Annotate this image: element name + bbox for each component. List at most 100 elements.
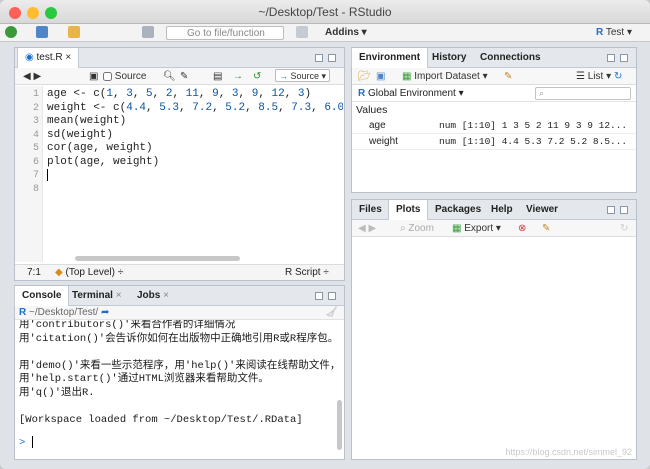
line-number: 5: [32, 143, 39, 154]
maximize-plots-icon[interactable]: [620, 206, 628, 214]
code-line[interactable]: mean(weight): [47, 115, 126, 129]
code-line[interactable]: sd(weight): [47, 129, 113, 143]
environment-pane: Environment History Connections 📂︎ ▣ ▦ I…: [351, 47, 637, 193]
console-prompt[interactable]: >: [19, 436, 33, 449]
title-bar: ~/Desktop/Test - RStudio: [0, 0, 650, 24]
console-line: [Workspace loaded from ~/Desktop/Test/.R…: [19, 413, 303, 426]
tab-plots[interactable]: Plots: [388, 200, 429, 220]
env-search-input[interactable]: ⌕: [535, 87, 631, 100]
console-line: 用'demo()'来看一些示范程序，用'help()'来阅读在线帮助文件，或: [19, 359, 337, 372]
table-icon: ▦: [402, 71, 412, 82]
magnifier-icon: ⌕: [400, 223, 406, 234]
list-view-menu[interactable]: ☰ List ▾: [576, 69, 611, 84]
remove-plot-icon[interactable]: ⊗: [518, 221, 526, 236]
watermark: https://blog.csdn.net/simmel_92: [505, 447, 632, 457]
environment-toolbar: 📂︎ ▣ ▦ Import Dataset ▾ ✎ ☰ List ▾ ↻: [352, 68, 636, 85]
save-workspace-icon[interactable]: ▣: [376, 69, 385, 84]
env-row[interactable]: weight num [1:10] 4.4 5.3 7.2 5.2 8.5...: [352, 134, 636, 150]
search-icon[interactable]: 🔍︎: [163, 69, 176, 84]
code-editor[interactable]: age <- c(1, 3, 5, 2, 11, 9, 3, 9, 12, 3)…: [47, 86, 343, 262]
minimize-plots-icon[interactable]: [607, 206, 615, 214]
import-dataset-button[interactable]: ▦ Import Dataset ▾: [402, 69, 488, 84]
code-line[interactable]: cor(age, weight): [47, 142, 153, 156]
tab-jobs[interactable]: Jobs ×: [130, 286, 176, 306]
minimize-console-icon[interactable]: [315, 292, 323, 300]
file-type-label: R Script: [285, 267, 321, 278]
env-var-value: num [1:10] 4.4 5.3 7.2 5.2 8.5...: [439, 136, 628, 147]
minimize-window-button[interactable]: [27, 7, 39, 19]
tab-packages[interactable]: Packages: [428, 200, 488, 220]
refresh-env-icon[interactable]: ↻: [614, 69, 622, 84]
tab-viewer[interactable]: Viewer: [519, 200, 565, 220]
close-window-button[interactable]: [9, 7, 21, 19]
source-on-save-checkbox[interactable]: [103, 71, 112, 81]
source-button[interactable]: → Source ▾: [275, 69, 331, 82]
plot-back-icon[interactable]: ◀ ▶: [358, 221, 376, 236]
console-line: 用'q()'退出R.: [19, 386, 95, 399]
refresh-plot-icon[interactable]: ↻: [620, 221, 628, 236]
plot-area[interactable]: [352, 238, 636, 459]
open-file-icon[interactable]: [68, 26, 80, 40]
source-on-save[interactable]: Source: [103, 69, 146, 84]
tab-test-r[interactable]: ◉ test.R ×: [17, 48, 80, 68]
terminal-label: Terminal: [72, 290, 113, 301]
scope-selector[interactable]: ◆ (Top Level) ÷: [55, 265, 123, 280]
rstudio-window: ~/Desktop/Test - RStudio Go to file/func…: [0, 0, 650, 469]
console-output[interactable]: 用'contributors()'来看合作者的详细情况 用'citation()'…: [19, 320, 337, 440]
addins-label: Addins: [325, 27, 359, 38]
console-vscrollbar[interactable]: [337, 400, 342, 450]
tab-help[interactable]: Help: [484, 200, 520, 220]
env-var-name: weight: [369, 136, 398, 147]
rerun-icon[interactable]: ↺: [253, 69, 261, 84]
outline-icon[interactable]: ▤: [213, 69, 222, 84]
tab-terminal[interactable]: Terminal ×: [65, 286, 129, 306]
global-env-menu[interactable]: R Global Environment ▾: [358, 85, 464, 102]
minimize-pane-icon[interactable]: [315, 54, 323, 62]
new-file-icon[interactable]: [5, 26, 17, 40]
plots-pane: Files Plots Packages Help Viewer ◀ ▶ ⌕ Z…: [351, 199, 637, 460]
export-menu[interactable]: ▦ Export ▾: [452, 221, 501, 236]
save-icon[interactable]: ▣: [89, 69, 98, 84]
back-arrow-icon[interactable]: ◀ ▶: [23, 69, 41, 84]
maximize-env-icon[interactable]: [620, 54, 628, 62]
import-label: Import Dataset: [414, 71, 480, 82]
maximize-pane-icon[interactable]: [328, 54, 336, 62]
r-logo-icon: R: [19, 307, 27, 318]
tab-environment[interactable]: Environment: [351, 48, 429, 68]
line-number: 3: [32, 116, 39, 127]
run-icon[interactable]: →: [233, 69, 243, 84]
plots-toolbar: ◀ ▶ ⌕ Zoom ▦ Export ▾ ⊗ ✎ ↻: [352, 220, 636, 237]
code-line[interactable]: age <- c(1, 3, 5, 2, 11, 9, 3, 9, 12, 3): [47, 88, 311, 102]
env-row[interactable]: age num [1:10] 1 3 5 2 11 9 3 9 12...: [352, 118, 636, 134]
tab-connections[interactable]: Connections: [473, 48, 548, 68]
plots-tabbar: Files Plots Packages Help Viewer: [352, 200, 636, 220]
minimize-env-icon[interactable]: [607, 54, 615, 62]
line-number: 6: [32, 156, 39, 168]
print-icon[interactable]: [142, 26, 154, 40]
clear-console-icon[interactable]: 🧹︎: [325, 306, 338, 320]
load-workspace-icon[interactable]: 📂︎: [358, 69, 371, 84]
zoom-window-button[interactable]: [45, 7, 57, 19]
zoom-button[interactable]: ⌕ Zoom: [400, 221, 434, 236]
goto-file-input[interactable]: Go to file/function: [166, 26, 284, 40]
tab-files[interactable]: Files: [352, 200, 389, 220]
addins-menu[interactable]: Addins ▾: [325, 26, 367, 40]
grid-layout-icon[interactable]: [296, 26, 308, 40]
console-path-bar: R ~/Desktop/Test/ ➦ 🧹︎: [15, 306, 344, 320]
code-tools-icon[interactable]: ✎: [180, 69, 188, 84]
code-line[interactable]: weight <- c(4.4, 5.3, 7.2, 5.2, 8.5, 7.3…: [47, 102, 343, 116]
tab-history[interactable]: History: [425, 48, 473, 68]
new-project-icon[interactable]: [36, 26, 48, 40]
broom-icon[interactable]: ✎: [504, 69, 512, 84]
editor-hscrollbar[interactable]: [75, 256, 240, 261]
environment-table: age num [1:10] 1 3 5 2 11 9 3 9 12... weig…: [352, 118, 636, 150]
project-menu[interactable]: R Test ▾: [596, 26, 632, 40]
tab-console[interactable]: Console: [14, 286, 70, 306]
goto-directory-icon[interactable]: ➦: [101, 307, 109, 318]
file-type-selector[interactable]: R Script ÷: [285, 265, 329, 280]
code-line[interactable]: plot(age, weight): [47, 156, 159, 170]
maximize-console-icon[interactable]: [328, 292, 336, 300]
editor-tabbar: ◉ test.R ×: [15, 48, 344, 68]
console-line: 用'help.start()'通过HTML浏览器来看帮助文件。: [19, 373, 269, 385]
clear-plots-icon[interactable]: ✎: [542, 221, 550, 236]
